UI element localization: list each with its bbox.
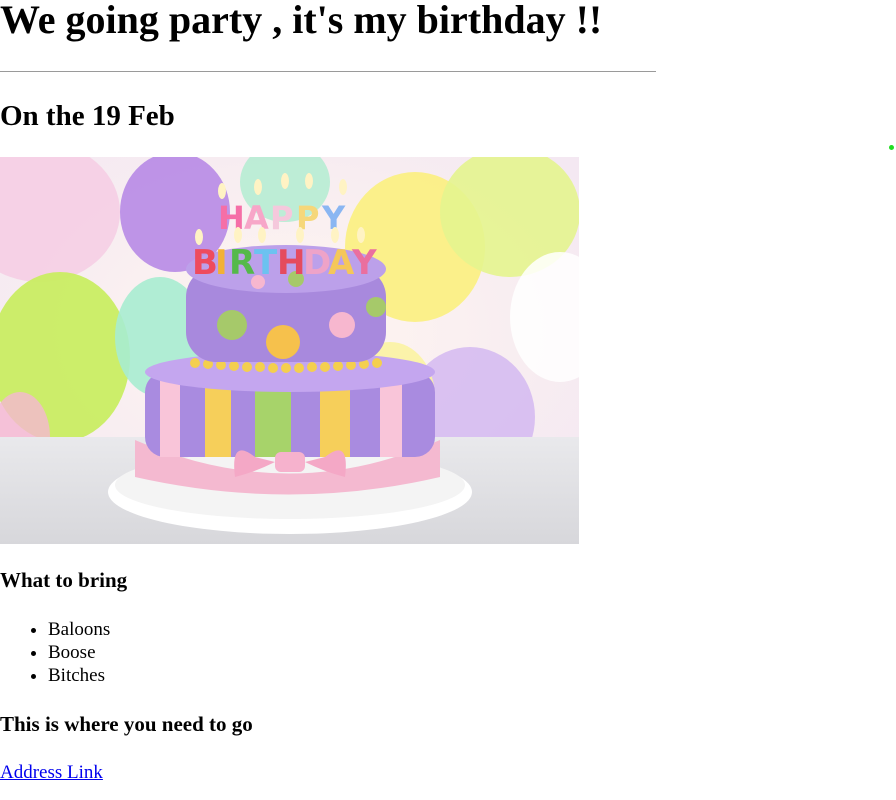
svg-text:H: H: [277, 243, 305, 283]
what-to-bring-heading: What to bring: [0, 568, 128, 592]
svg-text:R: R: [229, 243, 255, 283]
list-item: Bitches: [48, 664, 110, 687]
address-link[interactable]: Address Link: [0, 761, 103, 784]
svg-text:Y: Y: [351, 243, 377, 283]
svg-text:D: D: [303, 243, 331, 283]
svg-text:P: P: [270, 199, 293, 237]
page: We going party , it's my birthday !! On …: [0, 0, 896, 800]
event-date: On the 19 Feb: [0, 100, 175, 132]
horizontal-rule: [0, 71, 656, 72]
list-item: Baloons: [48, 618, 110, 641]
list-item: Boose: [48, 641, 110, 664]
status-dot-icon: [889, 145, 894, 150]
svg-text:A: A: [328, 243, 355, 283]
birthday-cake-image: H A P P Y B I R T H D A Y: [0, 157, 579, 544]
svg-text:I: I: [215, 243, 228, 283]
bring-list: Baloons Boose Bitches: [0, 618, 110, 687]
location-heading: This is where you need to go: [0, 712, 253, 736]
svg-text:T: T: [254, 243, 278, 283]
page-title: We going party , it's my birthday !!: [0, 0, 603, 42]
